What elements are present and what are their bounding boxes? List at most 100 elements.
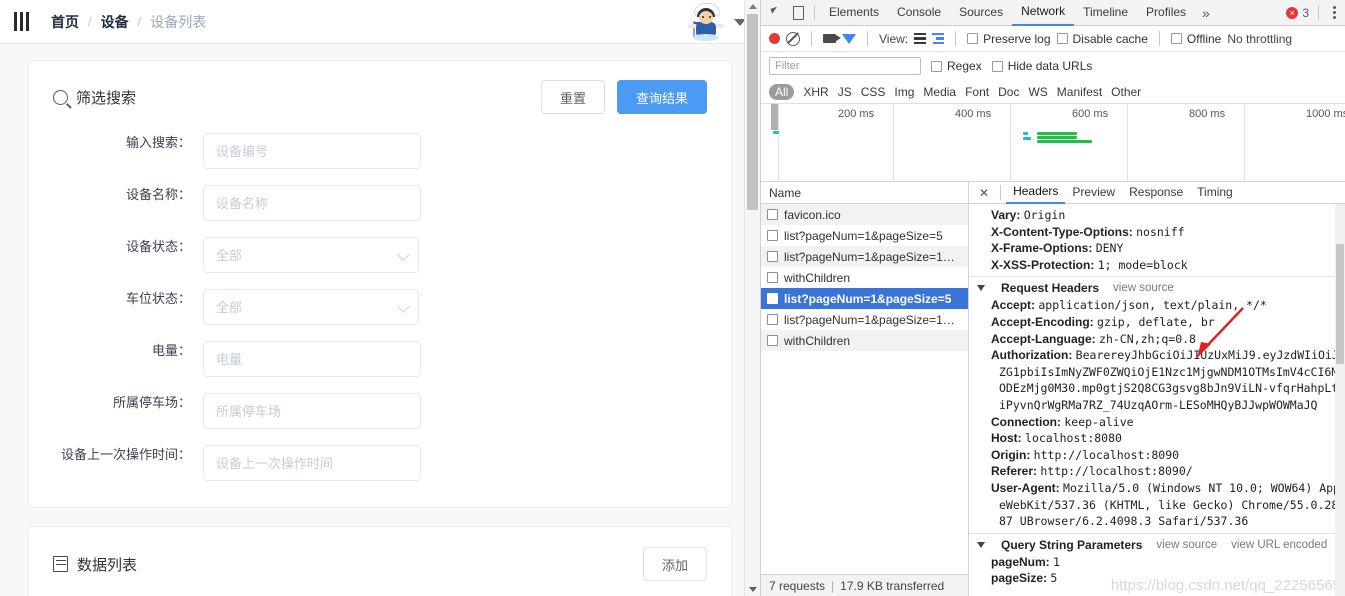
type-filter-other[interactable]: Other xyxy=(1111,85,1141,99)
timeline-drag-handle[interactable] xyxy=(771,104,778,130)
avatar-base xyxy=(693,34,719,41)
regex-label: Regex xyxy=(947,59,982,73)
request-row-list-2[interactable]: list?pageNum=1&pageSize=1… xyxy=(761,246,968,267)
authorization-continuation: ODEzMjg0M30.mp0gtjS2Q8CG3gsvg8bJn9ViLN-v… xyxy=(999,381,1345,396)
hide-data-urls-toggle[interactable]: Hide data URLs xyxy=(991,59,1092,73)
type-filter-js[interactable]: JS xyxy=(838,85,852,99)
disable-cache-toggle[interactable]: Disable cache xyxy=(1056,32,1148,46)
device-number-input[interactable] xyxy=(203,133,421,169)
network-timeline-overview[interactable]: 200 ms 400 ms 600 ms 800 ms 1000 ms xyxy=(761,104,1345,182)
preserve-log-checkbox[interactable] xyxy=(967,33,979,44)
query-view-url-encoded-link[interactable]: view URL encoded xyxy=(1231,539,1327,551)
detail-scrollbar-thumb[interactable] xyxy=(1336,244,1344,364)
scroll-up-icon[interactable] xyxy=(749,4,757,9)
inspect-element-icon[interactable] xyxy=(765,1,787,25)
avatar[interactable] xyxy=(684,0,728,44)
device-status-select[interactable] xyxy=(203,237,419,273)
scroll-down-icon[interactable] xyxy=(749,587,757,592)
type-filter-css[interactable]: CSS xyxy=(861,85,886,99)
request-name: withChildren xyxy=(784,333,851,348)
add-button[interactable]: 添加 xyxy=(642,547,707,581)
user-menu[interactable] xyxy=(684,0,746,44)
throttling-select[interactable]: No throttling xyxy=(1227,32,1292,46)
request-row-list-1[interactable]: list?pageNum=1&pageSize=5 xyxy=(761,225,968,246)
type-filter-img[interactable]: Img xyxy=(894,85,914,99)
type-filter-xhr[interactable]: XHR xyxy=(803,85,828,99)
header-key: Accept-Encoding: xyxy=(991,314,1094,329)
detail-tab-timing[interactable]: Timing xyxy=(1190,182,1240,203)
camera-icon[interactable] xyxy=(823,34,841,43)
reset-button[interactable]: 重置 xyxy=(540,80,605,114)
request-row-withchildren-2[interactable]: withChildren xyxy=(761,330,968,351)
timeline-tick-200: 200 ms xyxy=(838,108,875,120)
device-name-input[interactable] xyxy=(203,185,421,221)
header-key: User-Agent: xyxy=(991,480,1060,495)
header-key: Accept: xyxy=(991,298,1036,313)
more-tabs-icon[interactable]: » xyxy=(1195,5,1217,21)
close-icon[interactable]: ✕ xyxy=(973,186,995,200)
request-count: 7 requests xyxy=(769,578,826,593)
battery-input[interactable] xyxy=(203,341,421,377)
scrollbar-thumb[interactable] xyxy=(747,14,758,210)
space-status-select[interactable] xyxy=(203,289,419,325)
query-button[interactable]: 查询结果 xyxy=(616,80,707,114)
device-toolbar-icon[interactable] xyxy=(787,1,809,25)
page-scrollbar[interactable] xyxy=(744,0,760,596)
devtools-tab-profiles[interactable]: Profiles xyxy=(1137,0,1195,25)
request-list-pane: Name favicon.ico list?pageNum=1&pageSize… xyxy=(761,182,969,596)
offline-checkbox[interactable] xyxy=(1170,33,1182,44)
header-key: Vary: xyxy=(991,208,1021,222)
devtools-tab-sources[interactable]: Sources xyxy=(950,0,1012,25)
data-list-header: 数据列表 添加 xyxy=(53,543,707,585)
hamburger-icon[interactable] xyxy=(14,12,29,31)
preserve-log-toggle[interactable]: Preserve log xyxy=(967,32,1051,46)
error-badge[interactable]: × 3 xyxy=(1286,6,1309,20)
type-filter-media[interactable]: Media xyxy=(923,85,956,99)
regex-checkbox[interactable] xyxy=(931,60,942,72)
type-filter-font[interactable]: Font xyxy=(965,85,989,99)
timeline-tick-400: 400 ms xyxy=(955,108,992,120)
devtools-menu-icon[interactable] xyxy=(1328,6,1341,19)
parking-lot-input[interactable] xyxy=(203,393,421,429)
detail-scrollbar[interactable] xyxy=(1335,204,1345,596)
last-operation-time-input[interactable] xyxy=(203,445,421,481)
collapse-triangle-icon[interactable] xyxy=(977,285,985,292)
request-row-list-selected[interactable]: list?pageNum=1&pageSize=5 xyxy=(761,288,968,309)
request-row-withchildren-1[interactable]: withChildren xyxy=(761,267,968,288)
type-filter-all[interactable]: All xyxy=(769,83,795,100)
list-view-icon[interactable] xyxy=(914,32,927,45)
disable-cache-checkbox[interactable] xyxy=(1056,33,1068,44)
view-source-link[interactable]: view source xyxy=(1113,282,1174,294)
filter-input[interactable] xyxy=(769,57,921,75)
header-value: http://localhost:8090/ xyxy=(1040,464,1193,479)
clear-icon[interactable] xyxy=(786,31,800,46)
devtools-tab-console[interactable]: Console xyxy=(888,0,950,25)
header-value: localhost:8080 xyxy=(1025,431,1122,446)
record-icon[interactable] xyxy=(769,33,780,44)
funnel-icon[interactable] xyxy=(842,33,856,44)
type-filter-manifest[interactable]: Manifest xyxy=(1057,85,1102,99)
devtools-tab-timeline[interactable]: Timeline xyxy=(1074,0,1137,25)
detail-tab-preview[interactable]: Preview xyxy=(1065,182,1122,203)
detail-tab-response[interactable]: Response xyxy=(1122,182,1190,203)
request-list-column-header[interactable]: Name xyxy=(761,182,968,204)
offline-toggle[interactable]: Offline xyxy=(1170,32,1221,46)
devtools-tab-network[interactable]: Network xyxy=(1012,0,1075,26)
response-header-xss-protection: X-XSS-Protection: 1; mode=block xyxy=(969,257,1345,274)
breadcrumb-item-device[interactable]: 设备 xyxy=(101,12,129,32)
type-filter-doc[interactable]: Doc xyxy=(998,85,1019,99)
query-view-source-link[interactable]: view source xyxy=(1156,539,1217,551)
devtools-tab-elements[interactable]: Elements xyxy=(820,0,888,25)
request-headers-section: Request Headers view source xyxy=(969,276,1345,297)
request-row-list-3[interactable]: list?pageNum=1&pageSize=1… xyxy=(761,309,968,330)
regex-toggle[interactable]: Regex xyxy=(931,59,982,73)
waterfall-view-icon[interactable] xyxy=(932,32,945,45)
divider xyxy=(1158,31,1160,46)
collapse-triangle-icon[interactable] xyxy=(977,541,985,548)
breadcrumb-item-home[interactable]: 首页 xyxy=(51,12,79,32)
request-row-favicon[interactable]: favicon.ico xyxy=(761,204,968,225)
hide-data-urls-checkbox[interactable] xyxy=(991,60,1003,72)
response-header-content-type-options: X-Content-Type-Options: nosniff xyxy=(969,224,1345,241)
type-filter-ws[interactable]: WS xyxy=(1028,85,1047,99)
detail-tab-headers[interactable]: Headers xyxy=(1006,181,1066,204)
